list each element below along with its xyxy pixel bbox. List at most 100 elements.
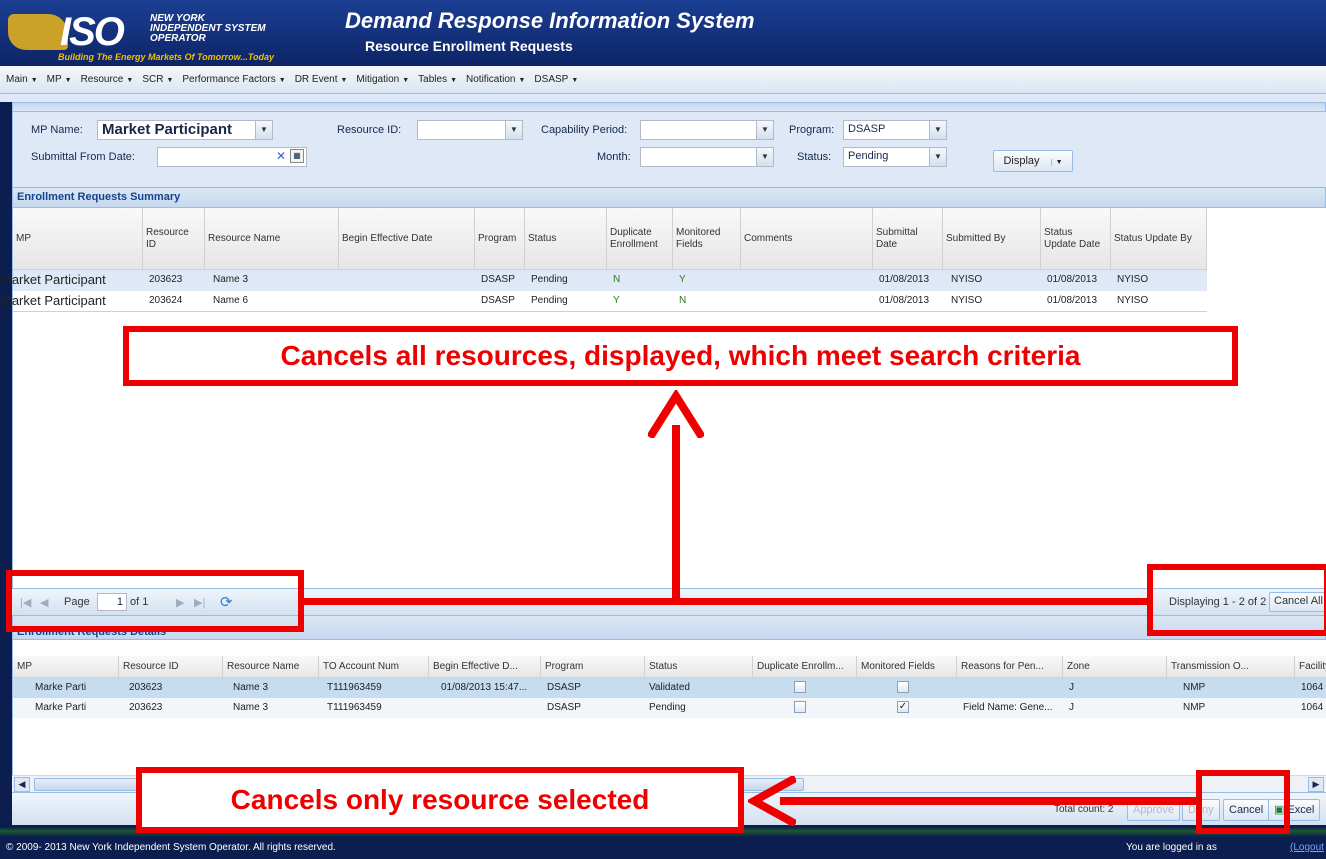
- menu-mp[interactable]: MP ▼: [47, 74, 72, 85]
- col-status-update-by[interactable]: Status Update By: [1111, 208, 1207, 270]
- dcol-mp[interactable]: MP: [13, 656, 119, 678]
- scroll-left-icon[interactable]: ◀: [14, 777, 30, 792]
- menu-scr[interactable]: SCR ▼: [142, 74, 173, 85]
- display-button[interactable]: Display ▼: [993, 150, 1073, 172]
- col-monitored-fields[interactable]: Monitored Fields: [673, 208, 741, 270]
- caret-down-icon[interactable]: ▼: [1050, 159, 1063, 166]
- menu-resource[interactable]: Resource ▼: [81, 74, 134, 85]
- dcol-duplicate-enrollment[interactable]: Duplicate Enrollm...: [753, 656, 857, 678]
- nyiso-logo: ISO NEW YORK INDEPENDENT SYSTEM OPERATOR…: [8, 8, 338, 64]
- details-row[interactable]: Marke Parti 203623 Name 3 T111963459 DSA…: [13, 698, 1326, 718]
- summary-row[interactable]: Market Participant 203624 Name 6 DSASP P…: [1, 291, 1207, 312]
- menu-main[interactable]: Main ▼: [6, 74, 38, 85]
- panel-header-strip: [12, 102, 1326, 112]
- app-title: Demand Response Information System: [345, 8, 755, 33]
- total-count: Total count: 2: [1054, 804, 1114, 815]
- annotation-cancel-all-highlight: [1147, 564, 1326, 636]
- calendar-icon[interactable]: ▦: [290, 149, 304, 163]
- dcol-facility-street[interactable]: Facility Str: [1295, 656, 1326, 678]
- col-submittal-date[interactable]: Submittal Date: [873, 208, 943, 270]
- submittal-from-date-field[interactable]: ✕ ▦: [157, 147, 307, 167]
- program-label: Program:: [789, 124, 835, 136]
- logout-link[interactable]: (Logout: [1290, 842, 1324, 853]
- annotation-left-arrow-shaft: [780, 797, 1200, 805]
- col-status-update-date[interactable]: Status Update Date: [1041, 208, 1111, 270]
- caret-down-icon: ▼: [450, 77, 458, 84]
- col-resource-name[interactable]: Resource Name: [205, 208, 339, 270]
- menu-notification[interactable]: Notification ▼: [466, 74, 525, 85]
- menu-dr-event[interactable]: DR Event ▼: [295, 74, 348, 85]
- mp-name-select[interactable]: Market Participant ▼: [97, 120, 273, 140]
- col-mp[interactable]: MP: [13, 208, 143, 270]
- capability-period-label: Capability Period:: [541, 124, 628, 136]
- ny-state-shape-icon: [8, 14, 68, 50]
- annotation-up-arrow-shaft: [672, 425, 680, 605]
- chevron-down-icon[interactable]: ▼: [255, 121, 272, 139]
- chevron-down-icon[interactable]: ▼: [505, 121, 522, 139]
- dcol-begin-effective[interactable]: Begin Effective D...: [429, 656, 541, 678]
- caret-down-icon: ▼: [340, 77, 348, 84]
- caret-down-icon: ▼: [126, 77, 134, 84]
- duplicate-checkbox[interactable]: [794, 701, 806, 713]
- chevron-down-icon[interactable]: ▼: [929, 148, 946, 166]
- col-duplicate-enrollment[interactable]: Duplicate Enrollment: [607, 208, 673, 270]
- col-begin-effective-date[interactable]: Begin Effective Date: [339, 208, 475, 270]
- chevron-down-icon[interactable]: ▼: [756, 121, 773, 139]
- col-status[interactable]: Status: [525, 208, 607, 270]
- program-select[interactable]: DSASP ▼: [843, 120, 947, 140]
- menu-tables[interactable]: Tables ▼: [418, 74, 457, 85]
- logo-iso-text: ISO: [60, 10, 125, 54]
- capability-period-select[interactable]: ▼: [640, 120, 774, 140]
- status-label: Status:: [797, 151, 832, 163]
- dcol-resource-name[interactable]: Resource Name: [223, 656, 319, 678]
- submittal-from-label: Submittal From Date:: [31, 151, 135, 163]
- dcol-program[interactable]: Program: [541, 656, 645, 678]
- annotation-up-arrow-head: [646, 388, 706, 441]
- dcol-resource-id[interactable]: Resource ID: [119, 656, 223, 678]
- annotation-cancel-highlight: [1196, 770, 1290, 834]
- status-select[interactable]: Pending ▼: [843, 147, 947, 167]
- summary-row[interactable]: Market Participant 203623 Name 3 DSASP P…: [1, 270, 1207, 291]
- dcol-to-account-num[interactable]: TO Account Num: [319, 656, 429, 678]
- caret-down-icon: ▼: [166, 77, 174, 84]
- annotation-paging-highlight: [6, 570, 304, 632]
- dcol-transmission-owner[interactable]: Transmission O...: [1167, 656, 1295, 678]
- logo-org-text: NEW YORK INDEPENDENT SYSTEM OPERATOR: [150, 13, 266, 44]
- resource-id-label: Resource ID:: [337, 124, 402, 136]
- chevron-down-icon[interactable]: ▼: [929, 121, 946, 139]
- main-menu-bar: Main ▼ MP ▼ Resource ▼ SCR ▼ Performance Fac…: [0, 66, 1326, 94]
- menu-mitigation[interactable]: Mitigation ▼: [356, 74, 409, 85]
- summary-panel-title: Enrollment Requests Summary: [12, 187, 1326, 208]
- annotation-cancel-selected-callout: Cancels only resource selected: [136, 767, 744, 833]
- annotation-cancel-all-callout: Cancels all resources, displayed, which …: [123, 326, 1238, 386]
- chevron-down-icon[interactable]: ▼: [756, 148, 773, 166]
- monitored-checkbox-checked[interactable]: ✓: [897, 701, 909, 713]
- col-submitted-by[interactable]: Submitted By: [943, 208, 1041, 270]
- annotation-connector-line: [300, 598, 1150, 605]
- spacer-strip: [0, 94, 1326, 102]
- app-header: ISO NEW YORK INDEPENDENT SYSTEM OPERATOR…: [0, 0, 1326, 66]
- resource-id-select[interactable]: ▼: [417, 120, 523, 140]
- col-comments[interactable]: Comments: [741, 208, 873, 270]
- caret-down-icon: ▼: [278, 77, 286, 84]
- dcol-monitored-fields[interactable]: Monitored Fields: [857, 656, 957, 678]
- mp-name-label: MP Name:: [31, 124, 83, 136]
- month-select[interactable]: ▼: [640, 147, 774, 167]
- dcol-status[interactable]: Status: [645, 656, 753, 678]
- caret-down-icon: ▼: [571, 77, 579, 84]
- dcol-zone[interactable]: Zone: [1063, 656, 1167, 678]
- caret-down-icon: ▼: [518, 77, 526, 84]
- monitored-checkbox[interactable]: [897, 681, 909, 693]
- annotation-left-arrow-head: [745, 774, 798, 829]
- duplicate-checkbox[interactable]: [794, 681, 806, 693]
- menu-dsasp[interactable]: DSASP ▼: [534, 74, 578, 85]
- col-program[interactable]: Program: [475, 208, 525, 270]
- caret-down-icon: ▼: [402, 77, 410, 84]
- details-row-selected[interactable]: Marke Parti 203623 Name 3 T111963459 01/…: [13, 678, 1326, 698]
- scroll-right-icon[interactable]: ▶: [1308, 777, 1324, 792]
- col-resource-id[interactable]: Resource ID: [143, 208, 205, 270]
- clear-icon[interactable]: ✕: [276, 149, 286, 163]
- dcol-reasons-for-pending[interactable]: Reasons for Pen...: [957, 656, 1063, 678]
- menu-performance-factors[interactable]: Performance Factors ▼: [182, 74, 285, 85]
- caret-down-icon: ▼: [64, 77, 72, 84]
